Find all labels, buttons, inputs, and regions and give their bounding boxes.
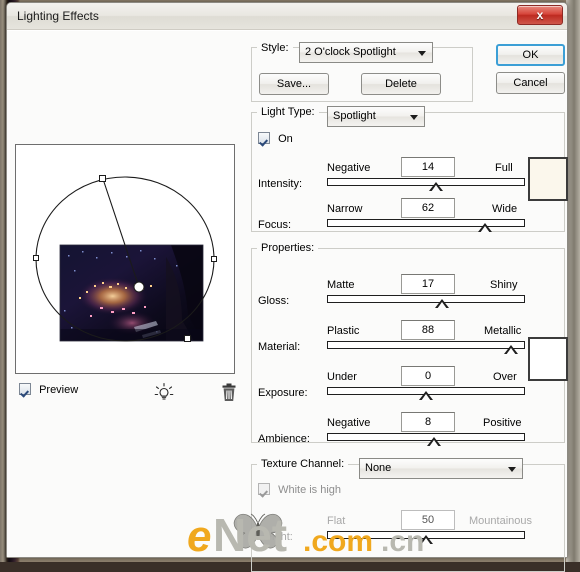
lighting-preview-canvas[interactable] xyxy=(15,144,235,374)
material-slider-thumb[interactable] xyxy=(504,345,518,355)
focus-slider-thumb[interactable] xyxy=(478,223,492,233)
light-color-swatch[interactable] xyxy=(528,157,568,201)
ambience-max-label: Positive xyxy=(483,417,522,429)
gloss-value-field[interactable]: 17 xyxy=(401,274,455,294)
watermark-e: e xyxy=(187,512,211,561)
exposure-max-label: Over xyxy=(493,371,517,383)
intensity-slider[interactable] xyxy=(327,176,525,190)
texture-channel-dropdown-value: None xyxy=(365,462,391,474)
gloss-slider-track xyxy=(327,295,525,303)
exposure-value-field[interactable]: 0 xyxy=(401,366,455,386)
title-bar: Lighting Effects x xyxy=(7,3,567,30)
trash-icon[interactable] xyxy=(219,382,239,404)
material-min-label: Plastic xyxy=(327,325,359,337)
close-icon: x xyxy=(518,6,562,24)
focus-min-label: Narrow xyxy=(327,203,362,215)
gloss-label: Gloss: xyxy=(258,295,289,307)
light-type-dropdown[interactable]: Spotlight xyxy=(327,106,425,127)
preview-toolbar: Preview xyxy=(19,383,233,403)
light-on-row: On xyxy=(258,132,293,145)
ambience-slider-thumb[interactable] xyxy=(427,437,441,447)
cancel-button[interactable]: Cancel xyxy=(496,72,565,94)
texture-channel-dropdown[interactable]: None xyxy=(359,458,523,479)
delete-button[interactable]: Delete xyxy=(361,73,441,95)
exposure-slider[interactable] xyxy=(327,385,525,399)
material-slider-track xyxy=(327,341,525,349)
desktop-background-right xyxy=(566,0,580,562)
light-type-dropdown-value: Spotlight xyxy=(333,110,376,122)
white-is-high-row: White is high xyxy=(258,483,341,496)
ok-button[interactable]: OK xyxy=(496,44,565,66)
material-color-swatch[interactable] xyxy=(528,337,568,381)
white-is-high-label: White is high xyxy=(278,484,341,496)
lighting-effects-dialog: Lighting Effects x xyxy=(6,2,568,558)
light-on-checkbox[interactable] xyxy=(258,132,270,144)
preview-checkbox-label: Preview xyxy=(39,384,78,396)
material-slider[interactable] xyxy=(327,339,525,353)
height-min-label: Flat xyxy=(327,515,345,527)
exposure-min-label: Under xyxy=(327,371,357,383)
intensity-slider-thumb[interactable] xyxy=(429,182,443,192)
exposure-slider-thumb[interactable] xyxy=(419,391,433,401)
ambience-label: Ambience: xyxy=(258,433,310,445)
height-slider[interactable] xyxy=(327,529,525,543)
focus-slider-track xyxy=(327,219,525,227)
material-label: Material: xyxy=(258,341,300,353)
gloss-slider-thumb[interactable] xyxy=(435,299,449,309)
close-button[interactable]: x xyxy=(517,5,563,25)
gloss-min-label: Matte xyxy=(327,279,355,291)
height-value-field[interactable]: 50 xyxy=(401,510,455,530)
white-is-high-checkbox[interactable] xyxy=(258,483,270,495)
texture-channel-group-legend: Texture Channel: xyxy=(257,458,348,470)
style-dropdown[interactable]: 2 O'clock Spotlight xyxy=(299,42,433,63)
height-slider-thumb[interactable] xyxy=(419,535,433,545)
gloss-slider[interactable] xyxy=(327,293,525,307)
chevron-down-icon xyxy=(418,51,426,56)
focus-max-label: Wide xyxy=(492,203,517,215)
preview-checkbox[interactable] xyxy=(19,383,31,395)
focus-value-field[interactable]: 62 xyxy=(401,198,455,218)
exposure-label: Exposure: xyxy=(258,387,308,399)
chevron-down-icon xyxy=(410,115,418,120)
dialog-body: Preview xyxy=(7,30,567,557)
page-title: Lighting Effects xyxy=(17,9,99,23)
ambience-value-field[interactable]: 8 xyxy=(401,412,455,432)
save-button[interactable]: Save... xyxy=(259,73,329,95)
focus-label: Focus: xyxy=(258,219,291,231)
ambience-min-label: Negative xyxy=(327,417,370,429)
properties-group-legend: Properties: xyxy=(257,242,318,254)
light-type-group-legend: Light Type: xyxy=(257,106,319,118)
preview-svg xyxy=(16,145,234,373)
gloss-max-label: Shiny xyxy=(490,279,518,291)
material-max-label: Metallic xyxy=(484,325,521,337)
intensity-min-label: Negative xyxy=(327,162,370,174)
material-value-field[interactable]: 88 xyxy=(401,320,455,340)
light-bulb-icon[interactable] xyxy=(153,382,175,404)
style-dropdown-value: 2 O'clock Spotlight xyxy=(305,46,396,58)
intensity-label: Intensity: xyxy=(258,178,302,190)
focus-slider[interactable] xyxy=(327,217,525,231)
butterfly-icon xyxy=(229,509,287,554)
style-group-legend: Style: xyxy=(257,42,293,54)
intensity-slider-track xyxy=(327,178,525,186)
height-max-label: Mountainous xyxy=(469,515,532,527)
intensity-value-field[interactable]: 14 xyxy=(401,157,455,177)
ambience-slider[interactable] xyxy=(327,431,525,445)
intensity-max-label: Full xyxy=(495,162,513,174)
chevron-down-icon xyxy=(508,467,516,472)
light-on-label: On xyxy=(278,133,293,145)
